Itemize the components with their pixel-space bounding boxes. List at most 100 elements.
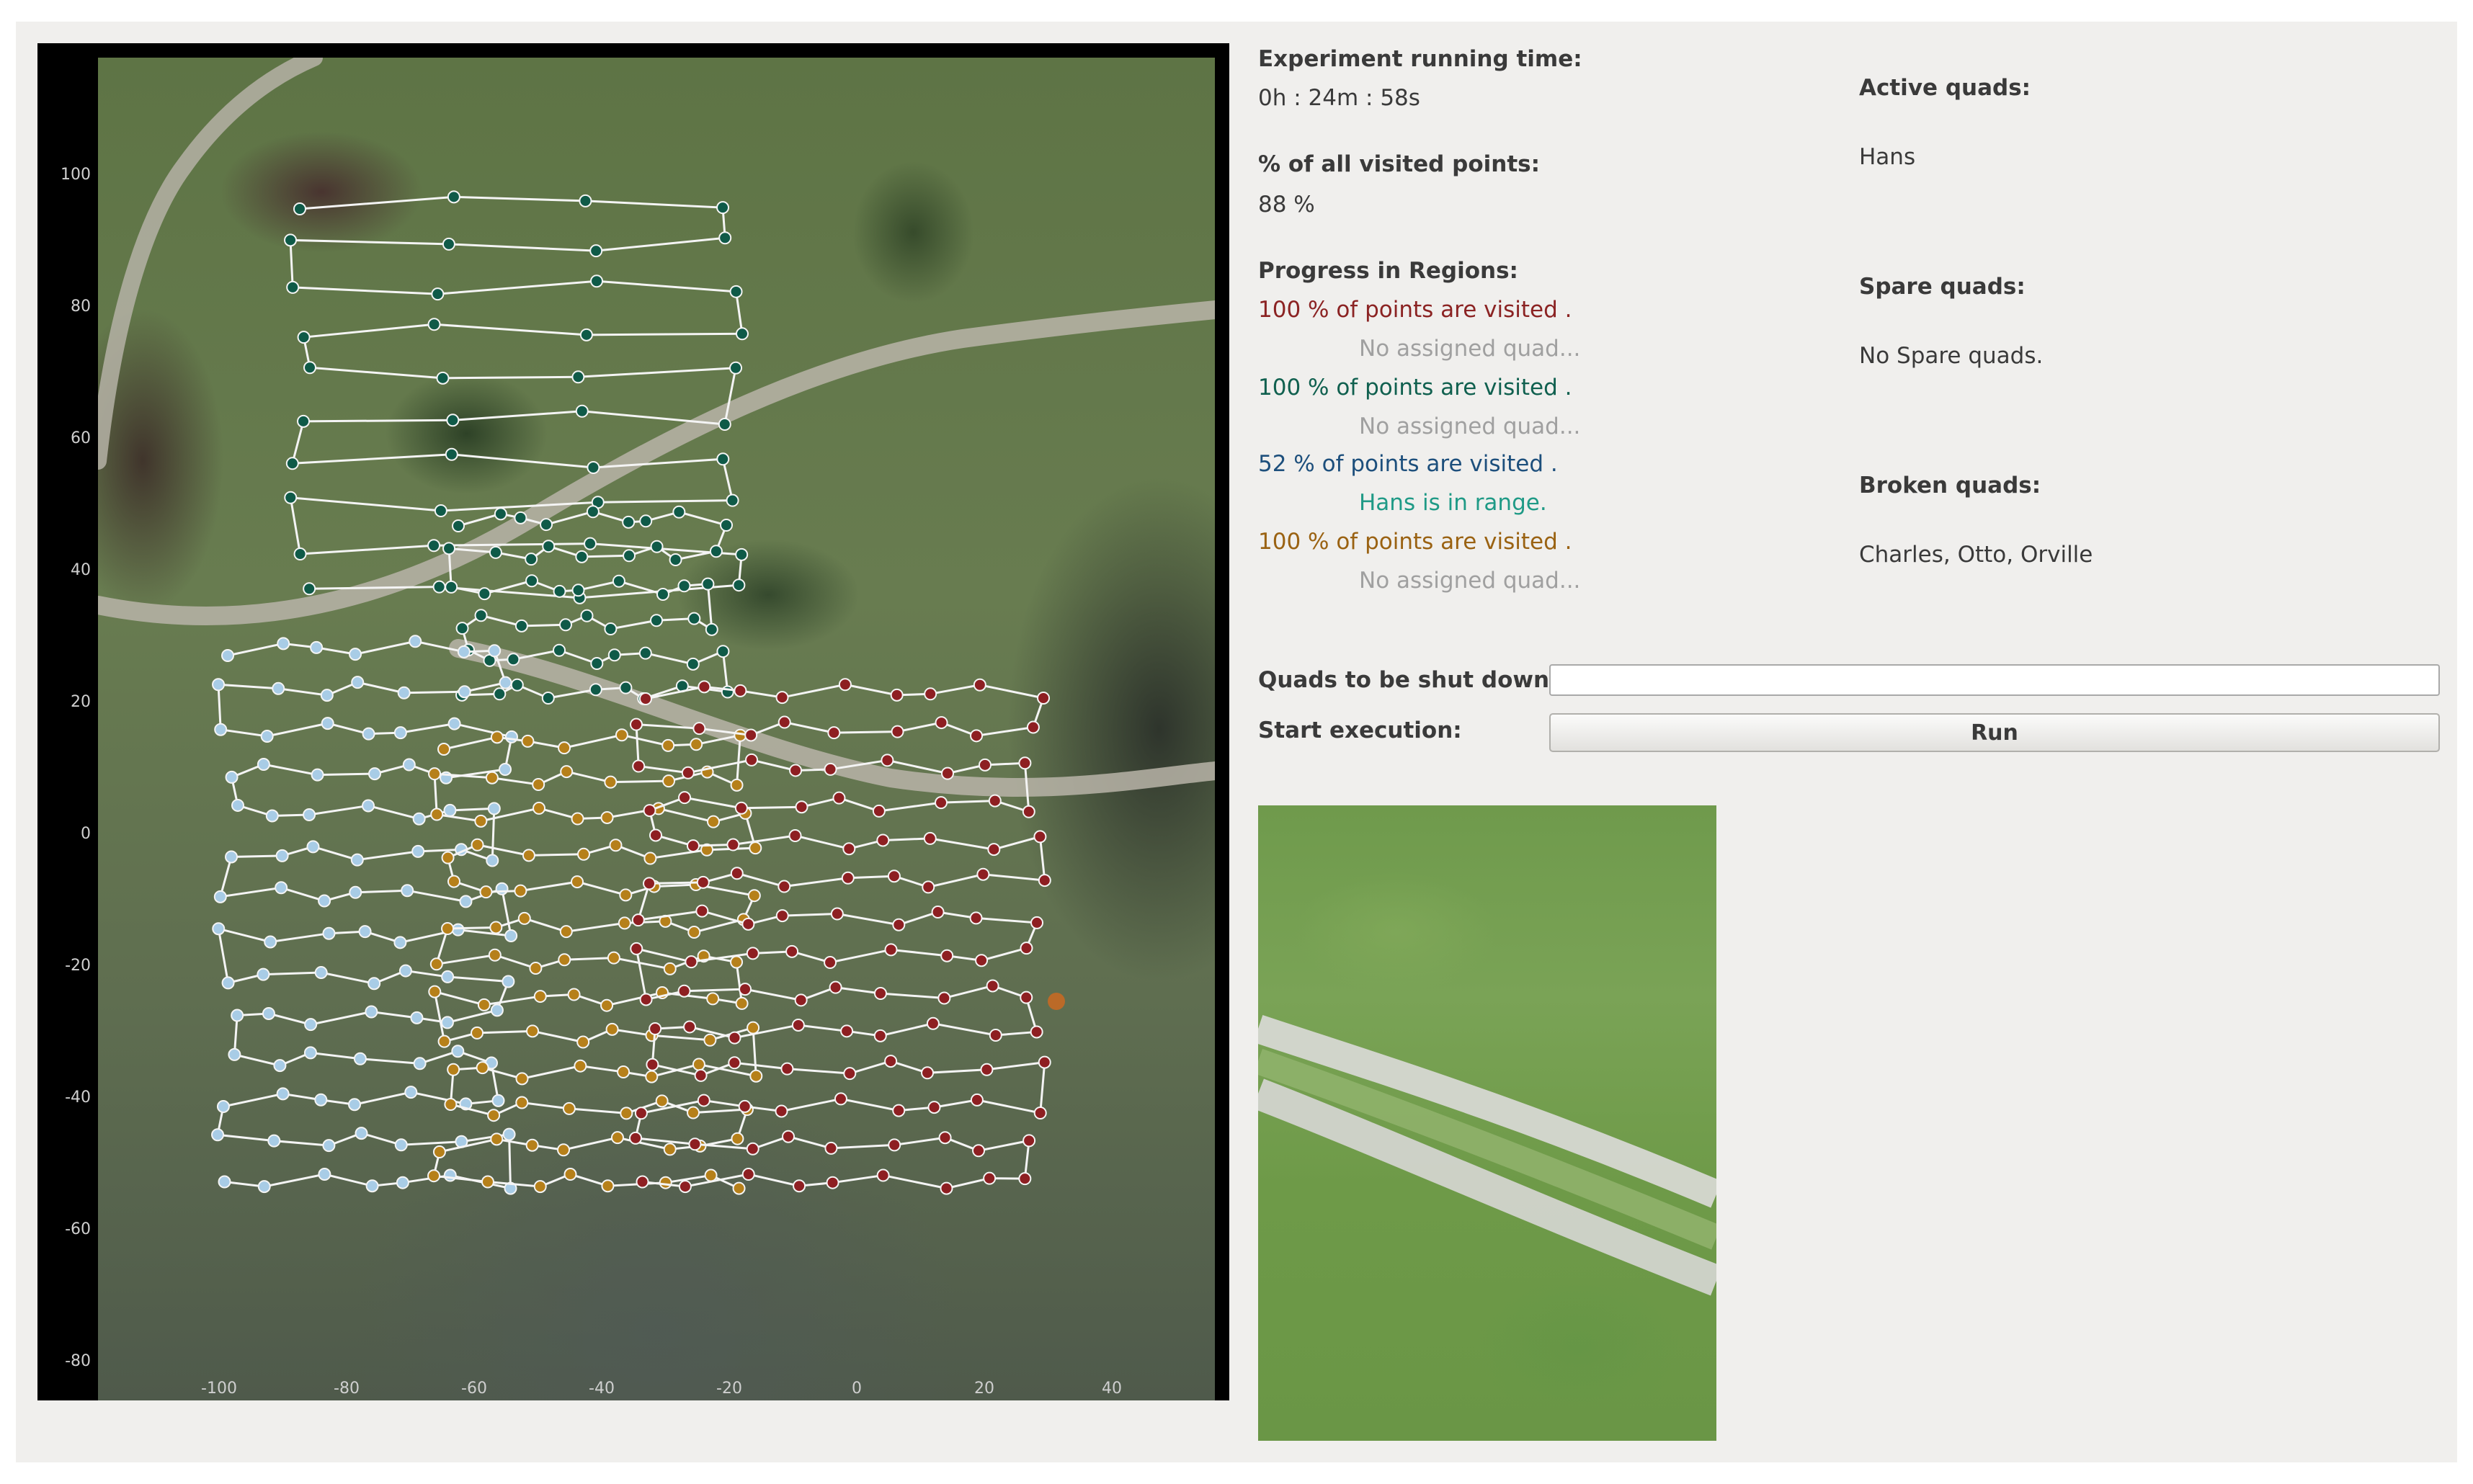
waypoint bbox=[275, 849, 289, 862]
waypoint bbox=[777, 880, 791, 893]
waypoint bbox=[367, 767, 381, 781]
waypoint bbox=[789, 764, 803, 777]
waypoint bbox=[442, 237, 455, 251]
shutdown-label: Quads to be shut down: bbox=[1258, 667, 1559, 693]
waypoint bbox=[632, 759, 646, 773]
waypoint bbox=[297, 414, 311, 428]
waypoint bbox=[629, 1131, 643, 1145]
waypoint bbox=[481, 1175, 494, 1189]
waypoint bbox=[989, 1028, 1002, 1042]
waypoint bbox=[502, 975, 515, 988]
waypoint bbox=[510, 678, 524, 692]
waypoint bbox=[495, 882, 509, 895]
shutdown-input[interactable] bbox=[1549, 664, 2440, 696]
app-window: 100 80 60 40 20 0 -20 -40 -60 -80 -100 -… bbox=[16, 22, 2457, 1462]
waypoint bbox=[393, 726, 407, 740]
waypoint bbox=[218, 1175, 231, 1189]
y-tick-label: 60 bbox=[71, 429, 91, 447]
waypoint bbox=[257, 758, 270, 772]
waypoint bbox=[694, 1068, 708, 1082]
roads bbox=[98, 58, 1215, 797]
waypoint bbox=[678, 1180, 692, 1194]
waypoint bbox=[490, 1132, 504, 1146]
waypoint bbox=[589, 244, 603, 258]
waypoint bbox=[704, 1168, 718, 1182]
waypoint bbox=[443, 1168, 457, 1182]
waypoint bbox=[579, 194, 592, 207]
waypoint bbox=[533, 1180, 547, 1194]
waypoint bbox=[303, 1046, 317, 1060]
waypoint bbox=[785, 944, 799, 958]
aerial-map[interactable] bbox=[98, 58, 1215, 1400]
waypoint bbox=[293, 202, 306, 215]
waypoint bbox=[576, 1035, 590, 1049]
run-button[interactable]: Run bbox=[1549, 713, 2440, 752]
region-status-teal: No assigned quad... bbox=[1359, 414, 1581, 439]
waypoint bbox=[643, 804, 656, 818]
waypoint bbox=[402, 758, 416, 772]
waypoint bbox=[589, 683, 602, 697]
waypoint bbox=[458, 685, 471, 699]
waypoint bbox=[643, 877, 656, 890]
waypoint bbox=[604, 622, 618, 636]
waypoint bbox=[986, 979, 999, 993]
waypoint bbox=[362, 799, 375, 813]
waypoint bbox=[716, 452, 730, 466]
waypoint bbox=[437, 743, 450, 756]
waypoint bbox=[735, 327, 749, 341]
waypoint bbox=[940, 949, 954, 962]
waypoint bbox=[824, 762, 837, 776]
waypoint bbox=[788, 828, 802, 842]
waypoint bbox=[216, 1100, 230, 1114]
waypoint bbox=[485, 771, 499, 785]
waypoint bbox=[447, 1063, 460, 1076]
waypoint bbox=[320, 689, 334, 702]
y-axis: 100 80 60 40 20 0 -20 -40 -60 -80 bbox=[61, 166, 91, 1370]
waypoint bbox=[413, 1057, 427, 1070]
waypoint bbox=[447, 717, 461, 730]
waypoint bbox=[447, 875, 460, 888]
y-tick-label: 40 bbox=[71, 561, 91, 579]
waypoint bbox=[231, 1009, 244, 1022]
waypoint bbox=[892, 1104, 906, 1117]
waypoint bbox=[277, 637, 290, 651]
waypoint bbox=[367, 977, 381, 991]
waypoint bbox=[1020, 991, 1033, 1004]
waypoint bbox=[639, 514, 653, 528]
waypoint bbox=[1018, 756, 1032, 770]
waypoint bbox=[540, 518, 553, 532]
waypoint bbox=[617, 1065, 630, 1079]
waypoint bbox=[969, 911, 983, 925]
waypoint bbox=[738, 1099, 752, 1113]
waypoint bbox=[891, 725, 904, 738]
waypoint bbox=[411, 844, 425, 858]
y-tick-label: -80 bbox=[65, 1352, 91, 1370]
waypoint bbox=[824, 956, 837, 970]
waypoint bbox=[349, 885, 362, 899]
waypoint bbox=[709, 545, 723, 558]
waypoint bbox=[529, 962, 543, 975]
waypoint bbox=[935, 796, 948, 810]
waypoint bbox=[659, 1176, 672, 1189]
waypoint bbox=[692, 722, 706, 736]
waypoint bbox=[318, 1168, 331, 1181]
waypoint bbox=[365, 1005, 378, 1019]
waypoint bbox=[838, 678, 852, 692]
waypoint bbox=[735, 547, 749, 561]
waypoint bbox=[310, 640, 324, 654]
waypoint bbox=[741, 1168, 755, 1181]
waypoint bbox=[571, 370, 585, 384]
waypoint bbox=[428, 985, 442, 998]
waypoint bbox=[732, 1181, 746, 1195]
waypoint bbox=[972, 1144, 986, 1158]
waypoint bbox=[970, 1093, 984, 1107]
waypoint bbox=[393, 936, 407, 949]
waypoint bbox=[397, 686, 411, 699]
waypoint bbox=[447, 190, 460, 204]
waypoint bbox=[935, 716, 948, 730]
y-tick-label: 0 bbox=[81, 825, 91, 843]
waypoint bbox=[427, 318, 441, 331]
waypoint bbox=[832, 791, 846, 805]
waypoint bbox=[630, 718, 643, 731]
waypoint bbox=[610, 1131, 624, 1145]
